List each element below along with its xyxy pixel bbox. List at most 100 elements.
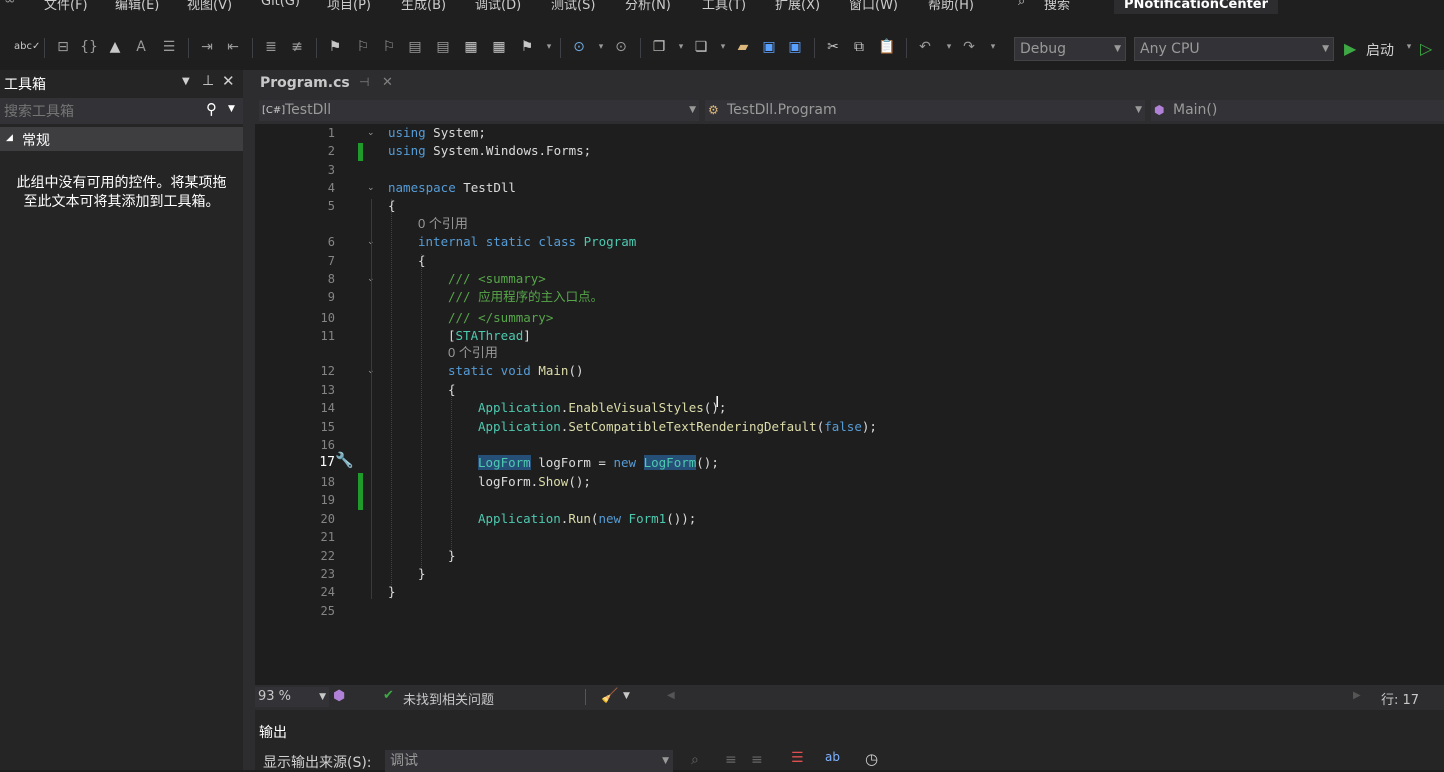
pin-icon[interactable]: ⊥ [202, 73, 214, 89]
redo-dropdown-icon[interactable]: ▾ [984, 38, 1002, 56]
bookmark-folder-next-icon[interactable]: ▤ [434, 38, 452, 56]
navigate-back-icon[interactable]: ⊙ [570, 38, 588, 56]
add-item-icon[interactable]: ❏ [692, 38, 710, 56]
save-icon[interactable]: ▣ [760, 38, 778, 56]
menu-git[interactable]: Git(G) [261, 0, 300, 9]
open-file-icon[interactable]: ▰ [734, 38, 752, 56]
fold-chevron-icon[interactable]: ⌄ [367, 124, 375, 142]
issues-status[interactable]: 未找到相关问题 [403, 689, 494, 708]
member-select[interactable]: ⬢ Main() [1151, 100, 1444, 121]
code-line: Application.EnableVisualStyles(); [478, 400, 727, 415]
fold-chevron-icon[interactable]: ⌄ [367, 179, 375, 197]
line-number: 5 [327, 199, 335, 213]
menu-project[interactable]: 项目(P) [327, 0, 371, 13]
find-message-icon[interactable]: ⌕ [691, 752, 699, 768]
scroll-right-icon[interactable]: ▶ [1353, 690, 1361, 701]
copy-icon[interactable]: ⧉ [850, 38, 868, 56]
outdent-icon[interactable]: ⇤ [224, 38, 242, 56]
bookmark-icon[interactable]: ⚑ [326, 38, 344, 56]
code-cleanup-icon[interactable]: 🧹 [601, 688, 618, 704]
goto-next-message-icon[interactable]: ≡ [751, 752, 763, 768]
undo-dropdown-icon[interactable]: ▾ [940, 38, 958, 56]
new-project-dropdown-icon[interactable]: ▾ [672, 38, 690, 56]
search-options-icon[interactable]: ▼ [228, 104, 235, 114]
toolbox-group-general[interactable]: ◢ 常规 [0, 127, 243, 151]
search-icon[interactable]: ⚲ [206, 100, 217, 118]
new-project-icon[interactable]: ❐ [650, 38, 668, 56]
menu-edit[interactable]: 编辑(E) [115, 0, 159, 13]
menu-extensions[interactable]: 扩展(X) [775, 0, 820, 13]
cut-icon[interactable]: ✂ [824, 38, 842, 56]
intellicode-icon[interactable]: ⬢ [333, 688, 345, 704]
panel-options-icon[interactable]: ▼ [182, 76, 190, 87]
start-button-label[interactable]: 启动 [1366, 40, 1394, 60]
tab-program-cs[interactable]: Program.cs ⊣ ✕ [255, 70, 403, 97]
code-editor[interactable]: 1 2 3 4 5 6 7 8 9 10 11 12 13 14 15 16 1… [255, 124, 1444, 685]
start-dropdown-icon[interactable]: ▾ [1400, 38, 1418, 56]
comment-icon[interactable]: ≣ [262, 38, 280, 56]
configuration-select[interactable]: Debug ▼ [1014, 37, 1126, 61]
braces-icon[interactable]: {} [80, 38, 98, 56]
code-lens-references[interactable]: 0 个引用 [448, 344, 498, 362]
spell-check-icon[interactable]: abc✓ [14, 38, 40, 56]
toolbox-search-input[interactable] [4, 102, 194, 120]
word-wrap-icon[interactable]: ab [825, 750, 840, 764]
search-icon[interactable]: ⌕ [1018, 0, 1025, 9]
start-debug-icon[interactable]: ▶ [1344, 39, 1356, 59]
bookmark-prev-icon[interactable]: ⚐ [354, 38, 372, 56]
vs-logo-icon[interactable]: ∞ [4, 0, 16, 8]
line-number: 15 [320, 420, 335, 434]
format-icon[interactable]: ⊟ [54, 38, 72, 56]
bookmark-clear-icon[interactable]: ▦ [490, 38, 508, 56]
paste-icon[interactable]: 📋 [878, 38, 896, 56]
code-lens-references[interactable]: 0 个引用 [418, 215, 468, 233]
undo-icon[interactable]: ↶ [916, 38, 934, 56]
bookmark-list-icon[interactable]: ▦ [462, 38, 480, 56]
menu-view[interactable]: 视图(V) [187, 0, 232, 13]
panel-splitter[interactable] [243, 70, 255, 770]
redo-icon[interactable]: ↷ [960, 38, 978, 56]
line-number: 3 [327, 163, 335, 177]
overflow-chevron-icon[interactable]: ▾ [540, 38, 558, 56]
clock-icon[interactable]: ◷ [865, 750, 878, 768]
bookmark-toggle-icon[interactable]: ⚑ [518, 38, 536, 56]
uncomment-icon[interactable]: ≢ [288, 38, 306, 56]
code-cleanup-dropdown-icon[interactable]: ▼ [623, 691, 630, 701]
close-icon[interactable]: ✕ [222, 72, 235, 90]
output-source-select[interactable]: 调试 ▼ [385, 750, 673, 772]
navigate-back-dropdown-icon[interactable]: ▾ [592, 38, 610, 56]
navigate-forward-icon[interactable]: ⊙ [612, 38, 630, 56]
platform-select[interactable]: Any CPU ▼ [1134, 37, 1334, 61]
search-menu[interactable]: 搜索 [1044, 0, 1070, 13]
add-item-dropdown-icon[interactable]: ▾ [714, 38, 732, 56]
close-tab-icon[interactable]: ✕ [382, 75, 393, 90]
group-expand-icon[interactable]: ◢ [6, 133, 13, 143]
bookmark-next-icon[interactable]: ⚐ [380, 38, 398, 56]
chevron-down-icon: ▼ [1135, 105, 1142, 115]
save-all-icon[interactable]: ▣ [786, 38, 804, 56]
pointer-icon[interactable]: ▲ [106, 38, 124, 56]
align-icon[interactable]: ☰ [160, 38, 178, 56]
menu-build[interactable]: 生成(B) [401, 0, 446, 13]
menu-file[interactable]: 文件(F) [44, 0, 88, 13]
menu-analyze[interactable]: 分析(N) [625, 0, 671, 13]
class-select[interactable]: ⚙ TestDll.Program ▼ [705, 100, 1145, 121]
menu-debug[interactable]: 调试(D) [475, 0, 521, 13]
menu-help[interactable]: 帮助(H) [928, 0, 974, 13]
menu-test[interactable]: 测试(S) [551, 0, 595, 13]
zoom-select[interactable]: 93 % ▼ [255, 687, 329, 707]
quick-action-screwdriver-icon[interactable]: 🔧 [335, 451, 354, 469]
bookmark-folder-icon[interactable]: ▤ [406, 38, 424, 56]
clear-all-icon[interactable]: ☰ [791, 750, 804, 766]
line-number: 19 [320, 493, 335, 507]
indent-icon[interactable]: ⇥ [198, 38, 216, 56]
line-indicator[interactable]: 行: 17 [1381, 689, 1419, 708]
menu-tools[interactable]: 工具(T) [702, 0, 746, 13]
pin-tab-icon[interactable]: ⊣ [359, 75, 369, 89]
menu-window[interactable]: 窗口(W) [849, 0, 898, 13]
project-select[interactable]: [C#] TestDll ▼ [259, 100, 699, 121]
goto-prev-message-icon[interactable]: ≡ [725, 752, 737, 768]
start-without-debug-icon[interactable]: ▷ [1420, 39, 1432, 59]
font-size-icon[interactable]: A [132, 38, 150, 56]
scroll-left-icon[interactable]: ◀ [667, 690, 675, 701]
